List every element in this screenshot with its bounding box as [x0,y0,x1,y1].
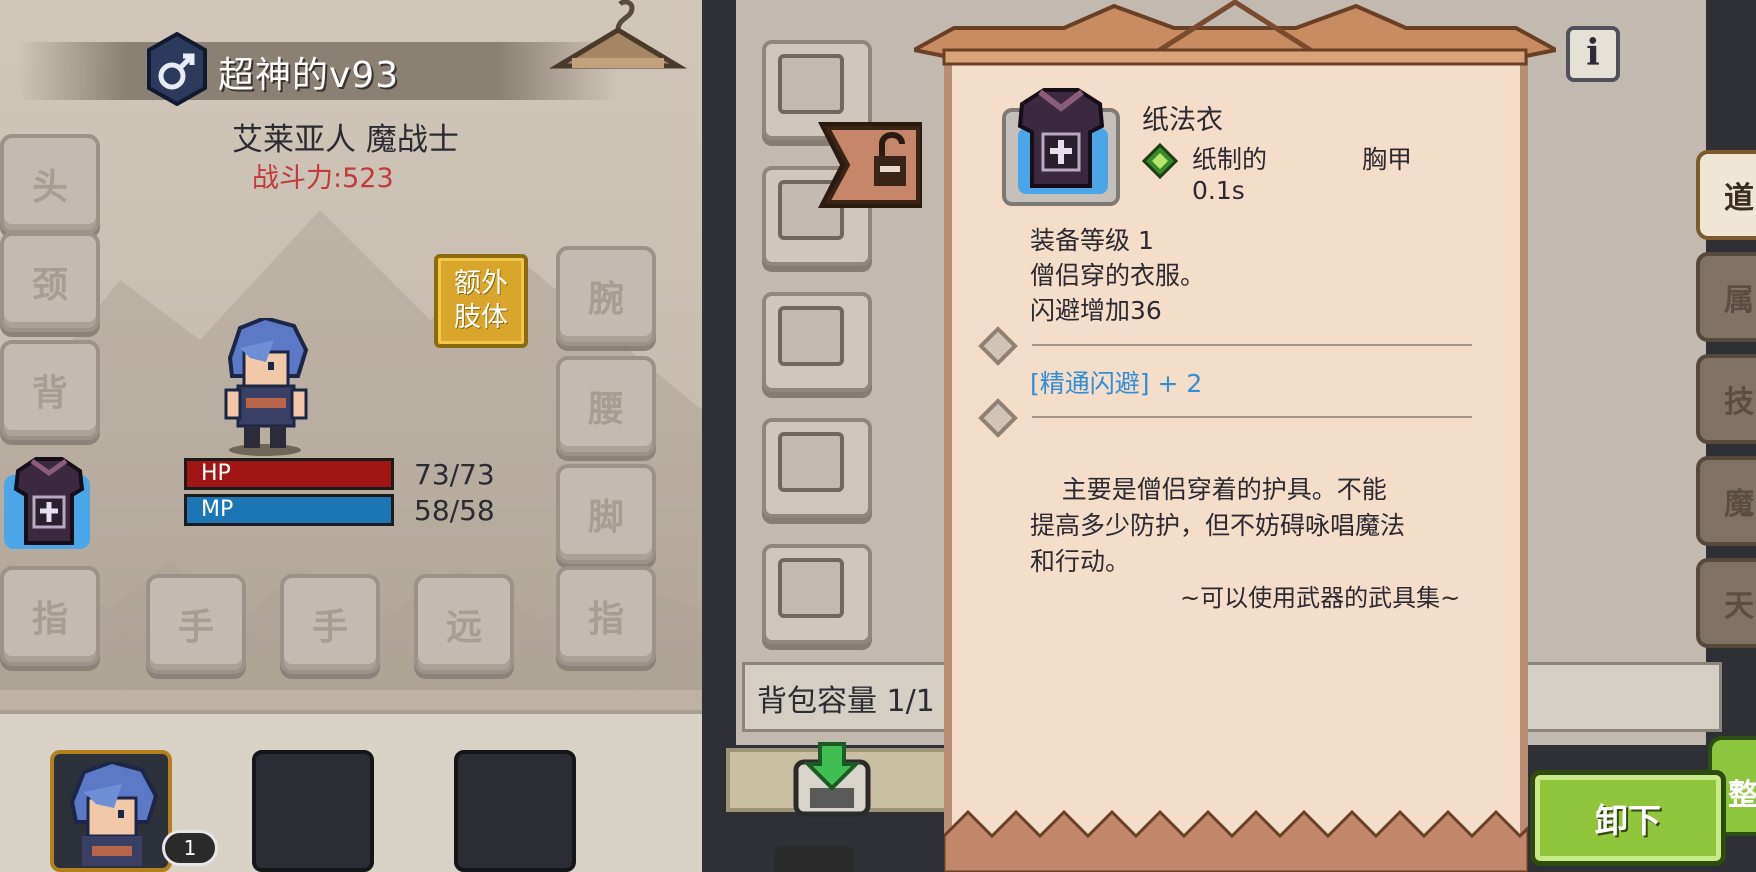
tooltip-ornament-bottom [944,809,1528,872]
divider [1032,416,1472,418]
item-material: 纸制的 [1192,145,1268,174]
equip-slot-chest[interactable] [0,455,100,555]
party-member-slot[interactable] [50,750,172,872]
equip-slot-wrist[interactable]: 腕 [556,246,656,346]
hp-value: 73/73 [414,458,495,491]
hp-bar: HP [184,458,394,490]
equip-slot-waist[interactable]: 腰 [556,356,656,456]
inventory-slot[interactable] [762,418,872,518]
tab-skills[interactable]: 技 [1696,354,1756,444]
item-description: 僧侣穿的衣服。 [1030,261,1206,290]
item-weight: 0.1s [1192,176,1245,205]
evasion-bonus: 闪避增加36 [1030,296,1162,325]
info-button[interactable]: i [1566,26,1620,82]
side-tab-bar: 道 属 技 魔 天 [1696,140,1756,660]
skill-bonus: [精通闪避] + 2 [1030,369,1203,398]
mp-label: MP [201,497,234,522]
inventory-capacity-label: 背包容量 1/1 [757,684,935,719]
tab-attributes[interactable]: 属 [1696,252,1756,342]
party-empty-slot[interactable] [252,750,374,872]
paper-robe-icon [13,457,85,545]
equip-slot-back[interactable]: 背 [0,340,100,440]
tab-magic[interactable]: 魔 [1696,456,1756,546]
item-slot-type: 胸甲 [1362,145,1413,174]
combat-power: 战斗力:523 [252,163,394,194]
equip-slot-finger-right[interactable]: 指 [556,566,656,666]
equip-slot-hand-left[interactable]: 手 [146,574,246,674]
inventory-slot[interactable] [762,292,872,392]
hp-label: HP [201,461,231,486]
unequip-button[interactable]: 卸下 [1530,770,1726,866]
paper-robe-icon [1017,88,1105,188]
wardrobe-hanger-icon[interactable] [548,0,688,80]
equip-slot-distant[interactable]: 远 [414,574,514,674]
equip-slot-feet[interactable]: 脚 [556,464,656,564]
hero-portrait [69,762,159,866]
equip-slot-head[interactable]: 头 [0,134,100,234]
party-bar [0,710,702,872]
item-set-name: ~可以使用武器的武具集~ [1180,584,1461,612]
inventory-slot[interactable] [762,544,872,644]
character-race-class: 艾莱亚人 魔战士 [232,122,459,158]
party-empty-slot[interactable] [454,750,576,872]
level-badge: 1 [162,830,218,866]
bottom-toggle[interactable] [774,846,854,872]
equip-slot-finger-left[interactable]: 指 [0,566,100,666]
tab-talents[interactable]: 天 [1696,558,1756,648]
item-name: 纸法衣 [1142,105,1223,136]
material-gem-icon [1142,143,1178,179]
item-lore: 主要是僧侣穿着的护具。不能 提高多少防护，但不妨碍咏唱魔法 和行动。 [1030,475,1406,576]
store-down-arrow-icon[interactable] [790,742,874,818]
equip-slot-hand-right[interactable]: 手 [280,574,380,674]
divider-gem-icon [978,326,1018,366]
divider [1032,344,1472,346]
extra-limb-button[interactable]: 额外肢体 [434,254,528,348]
tab-items[interactable]: 道 [1696,150,1756,240]
character-name: 超神的v93 [218,55,400,96]
mp-bar: MP [184,494,394,526]
equip-level: 装备等级 1 [1030,226,1154,255]
lock-icon[interactable] [818,116,946,214]
hero-sprite [224,318,309,456]
mp-value: 58/58 [414,494,495,527]
male-gender-icon [147,32,207,106]
info-icon: i [1586,32,1600,74]
divider-gem-icon [978,398,1018,438]
tooltip-ornament-top [914,0,1556,66]
equip-slot-neck[interactable]: 颈 [0,232,100,332]
